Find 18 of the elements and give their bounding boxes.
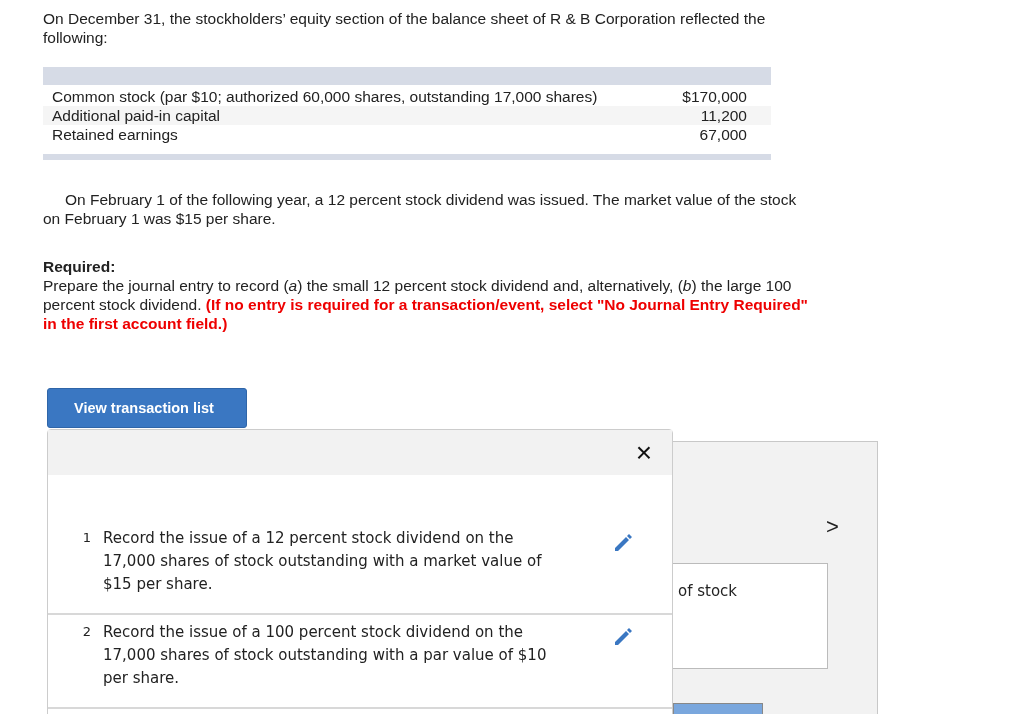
table-cell: 67,000 [699, 125, 747, 144]
next-arrow[interactable]: > [826, 514, 839, 540]
intro-text: On December 31, the stockholders’ equity section of the balance sheet of R & B Corporation reflected the following: [43, 9, 767, 47]
table-cell: $170,000 [682, 87, 747, 106]
transaction-number: 2 [81, 623, 92, 639]
table-cell: Retained earnings [52, 125, 178, 144]
event-text: On February 1 of the following year, a 12 percent stock dividend was issued. The market value of the stock on February 1 was $15 per share. [43, 190, 798, 228]
required-heading: Required: [43, 258, 117, 276]
entry-text: of stock [678, 582, 738, 600]
transaction-text: Record the issue of a 100 percent stock dividend on the 17,000 shares of stock outstanding with a par value of $10 per share. [103, 622, 548, 689]
view-transaction-list-button[interactable]: View transaction list [47, 388, 247, 428]
close-button[interactable]: × [635, 438, 652, 467]
transaction-number: 1 [81, 529, 92, 545]
table-cell: Common stock (par $10; authorized 60,000 shares, outstanding 17,000 shares) [52, 87, 598, 106]
table-cell: Additional paid-in capital [52, 106, 221, 125]
table-cell: 11,200 [700, 106, 747, 125]
required-text: Prepare the journal entry to record (a) the small 12 percent stock dividend and, alternatively, (b) the large 100 percent stock dividend. (If no entry is required for a transaction/event, select "No Journal Entry Required" in the first account field.) [43, 276, 809, 333]
transaction-text: Record the issue of a 12 percent stock dividend on the 17,000 shares of stock outstanding with a market value of $15 per share. [103, 528, 543, 595]
